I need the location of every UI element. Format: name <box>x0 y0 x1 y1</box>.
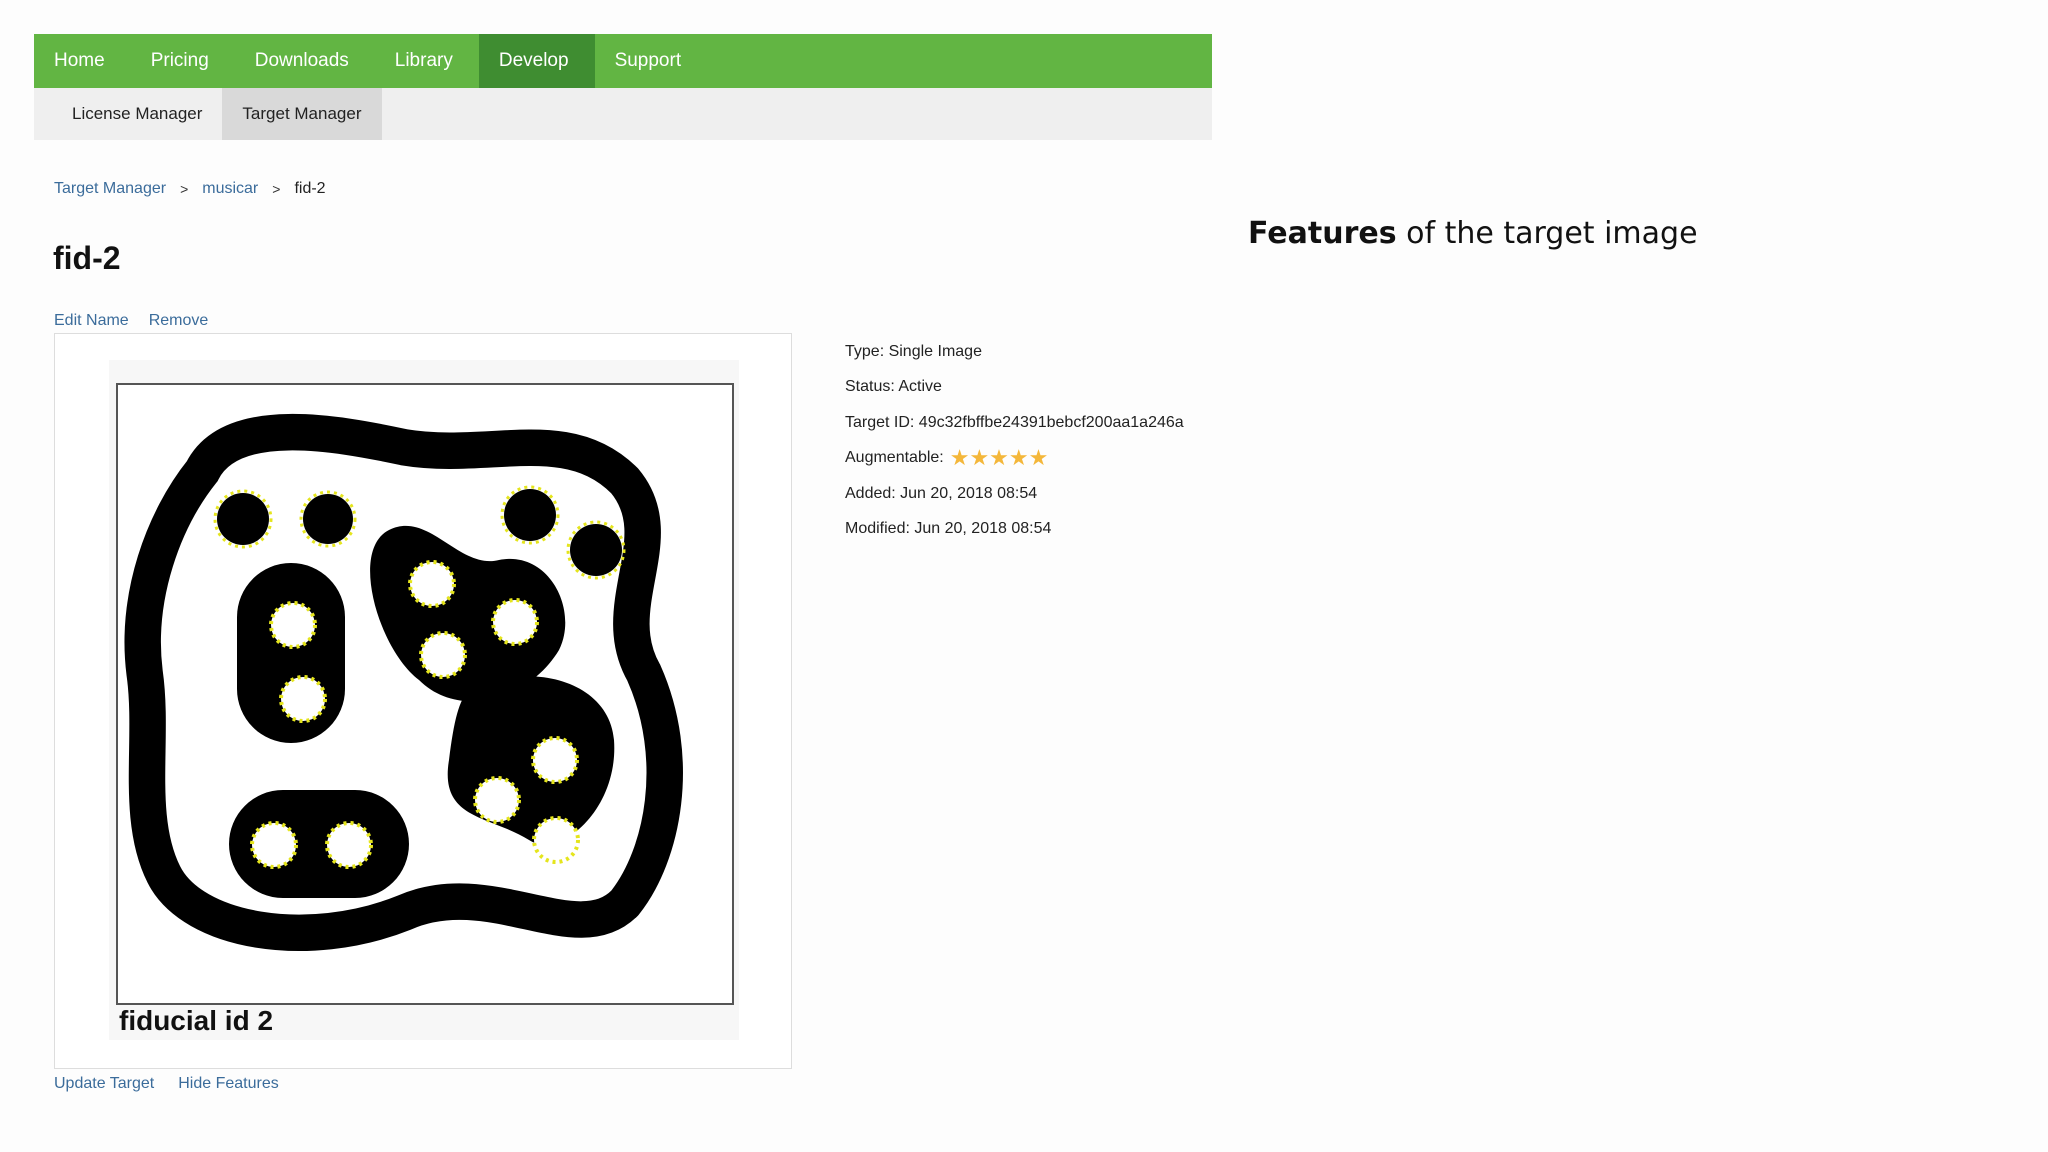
detail-added: Added: Jun 20, 2018 08:54 <box>845 484 1038 502</box>
nav-support[interactable]: Support <box>595 34 708 88</box>
detail-modified: Modified: Jun 20, 2018 08:54 <box>845 520 1052 538</box>
breadcrumb-separator: > <box>272 181 281 197</box>
target-actions: Edit Name Remove <box>54 312 208 330</box>
subnav-license-manager[interactable]: License Manager <box>52 88 222 140</box>
nav-downloads[interactable]: Downloads <box>235 34 375 88</box>
remove-link[interactable]: Remove <box>149 312 209 330</box>
detail-target-id: Target ID: 49c32fbffbe24391bebcf200aa1a2… <box>845 413 1184 431</box>
app-frame: Home Pricing Downloads Library Develop S… <box>34 34 1212 140</box>
hide-features-link[interactable]: Hide Features <box>178 1075 279 1093</box>
detail-augmentable: Augmentable: ★★★★★ <box>845 441 1184 477</box>
breadcrumb-target-manager[interactable]: Target Manager <box>54 180 166 198</box>
augmentable-label: Augmentable: <box>845 449 944 467</box>
target-image-caption: fiducial id 2 <box>119 1005 273 1036</box>
target-image-panel: fiducial id 2 <box>54 333 792 1069</box>
nav-library[interactable]: Library <box>375 34 479 88</box>
breadcrumb: Target Manager > musicar > fid-2 <box>54 180 326 198</box>
top-nav: Home Pricing Downloads Library Develop S… <box>34 34 1212 88</box>
target-details: Type: Single Image Status: Active Target… <box>845 334 1184 547</box>
target-actions-bottom: Update Target Hide Features <box>54 1075 279 1093</box>
slide-caption: Features of the target image <box>1248 216 1698 251</box>
subnav-target-manager[interactable]: Target Manager <box>222 88 382 140</box>
caption-rest: of the target image <box>1396 216 1698 251</box>
breadcrumb-separator: > <box>180 181 189 197</box>
nav-pricing[interactable]: Pricing <box>131 34 235 88</box>
detail-type: Type: Single Image <box>845 342 982 360</box>
detail-status: Status: Active <box>845 378 942 396</box>
nav-home[interactable]: Home <box>34 34 131 88</box>
update-target-link[interactable]: Update Target <box>54 1075 154 1093</box>
caption-bold: Features <box>1248 216 1397 251</box>
nav-develop[interactable]: Develop <box>478 34 595 88</box>
edit-name-link[interactable]: Edit Name <box>54 312 129 330</box>
page-title: fid-2 <box>53 240 121 276</box>
breadcrumb-database[interactable]: musicar <box>202 180 258 198</box>
target-image: fiducial id 2 <box>109 360 739 1040</box>
breadcrumb-current: fid-2 <box>294 180 326 197</box>
star-rating-icon: ★★★★★ <box>949 445 1049 471</box>
sub-nav: License Manager Target Manager <box>34 88 1212 140</box>
